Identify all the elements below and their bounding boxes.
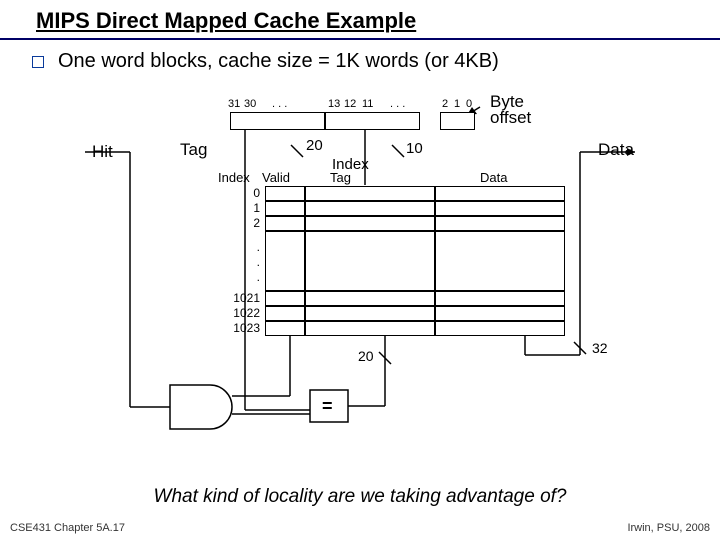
idx-dot: . [220, 255, 260, 269]
cell [265, 231, 305, 291]
bullet-square-icon [32, 56, 44, 68]
addr-offset-field [440, 112, 475, 130]
cell [435, 186, 565, 201]
bit-2: 2 [442, 98, 448, 110]
cell [435, 291, 565, 306]
hit-label: Hit [92, 142, 113, 162]
bit-13: 13 [328, 98, 340, 110]
tag-out-20: 20 [358, 348, 374, 364]
cell [305, 201, 435, 216]
bit-0: 0 [466, 98, 472, 110]
byte-offset-label: Byte offset [490, 94, 531, 126]
bit-dots-a: . . . [272, 98, 287, 110]
idx-1: 1 [220, 201, 260, 215]
cell [305, 321, 435, 336]
comparator-eq: = [322, 396, 333, 417]
footer-right: Irwin, PSU, 2008 [627, 522, 710, 534]
cell [305, 216, 435, 231]
question-text: What kind of locality are we taking adva… [0, 486, 720, 508]
footer-left: CSE431 Chapter 5A.17 [10, 522, 125, 534]
cell [435, 216, 565, 231]
cell [305, 231, 435, 291]
cell [265, 306, 305, 321]
cell [435, 321, 565, 336]
cell [265, 291, 305, 306]
cell [265, 321, 305, 336]
idx-dot: . [220, 240, 260, 254]
bit-dots-b: . . . [390, 98, 405, 110]
tag-width-20: 20 [306, 137, 323, 154]
bit-12: 12 [344, 98, 356, 110]
tag-label: Tag [180, 140, 207, 160]
bullet-text: One word blocks, cache size = 1K words (… [58, 50, 499, 73]
cell [265, 201, 305, 216]
cell [265, 216, 305, 231]
idx-1023: 1023 [220, 321, 260, 335]
cell [435, 231, 565, 291]
idx-1021: 1021 [220, 291, 260, 305]
idx-1022: 1022 [220, 306, 260, 320]
cell [265, 186, 305, 201]
th-data: Data [480, 170, 507, 185]
bit-30: 30 [244, 98, 256, 110]
cell [435, 306, 565, 321]
cache-diagram: 31 30 . . . 13 12 11 . . . 2 1 0 Byte of… [0, 90, 720, 470]
bit-1: 1 [454, 98, 460, 110]
idx-0: 0 [220, 186, 260, 200]
idx-dot: . [220, 270, 260, 284]
cell [305, 186, 435, 201]
bullet-row: One word blocks, cache size = 1K words (… [0, 40, 720, 73]
addr-index-field [325, 112, 420, 130]
cell [305, 291, 435, 306]
data-label: Data [598, 140, 634, 160]
bit-31: 31 [228, 98, 240, 110]
index-width-10: 10 [406, 140, 423, 157]
th-tag: Tag [330, 170, 351, 185]
addr-tag-field [230, 112, 325, 130]
cell [435, 201, 565, 216]
slide-title: MIPS Direct Mapped Cache Example [0, 0, 720, 40]
bit-11: 11 [362, 98, 373, 110]
idx-2: 2 [220, 216, 260, 230]
cell [305, 306, 435, 321]
data-out-32: 32 [592, 340, 608, 356]
th-index: Index [218, 170, 250, 185]
th-valid: Valid [262, 170, 290, 185]
